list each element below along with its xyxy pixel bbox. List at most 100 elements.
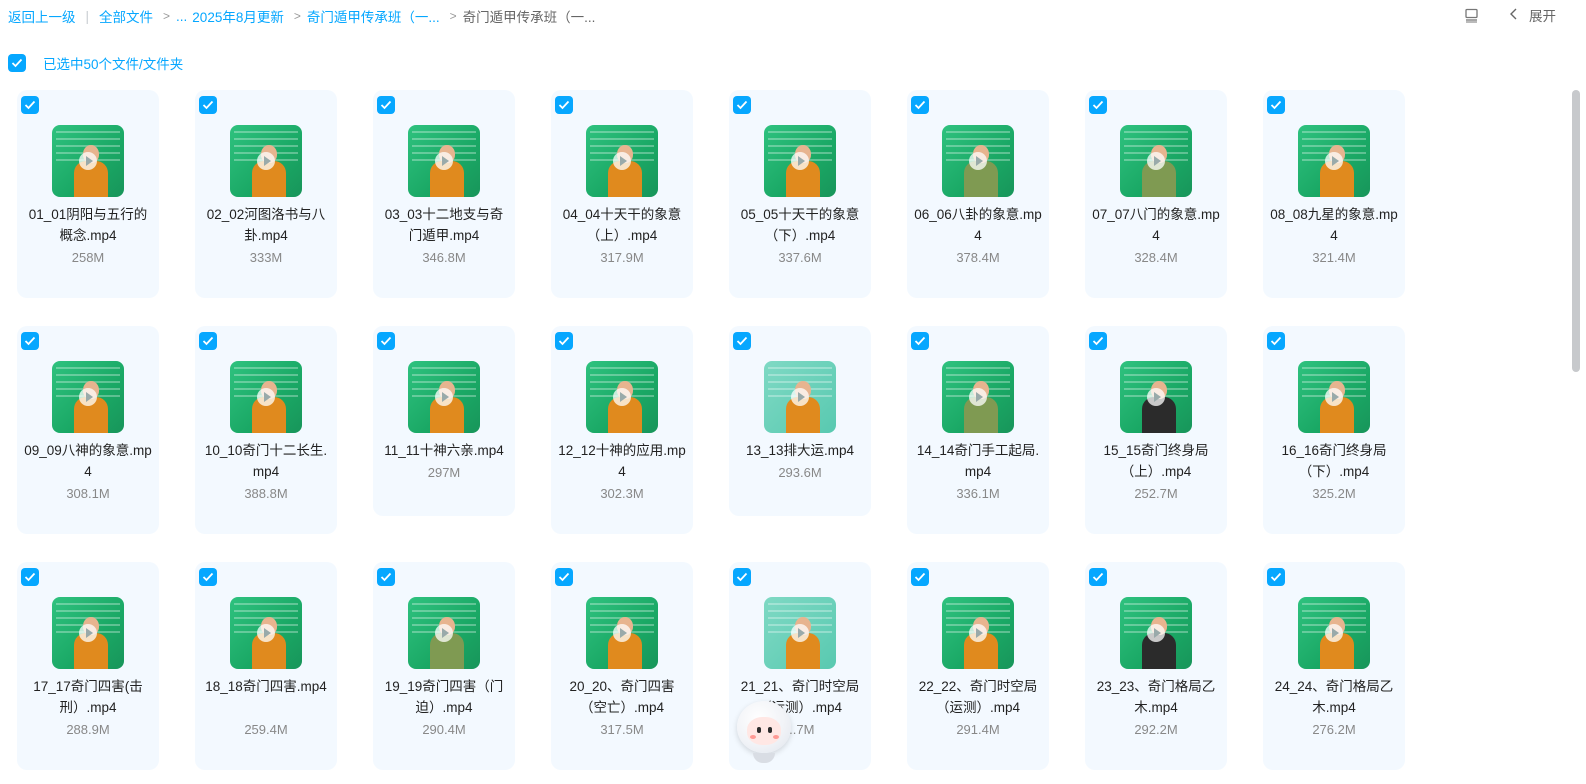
video-thumbnail[interactable] [1298, 361, 1370, 433]
file-name[interactable]: 24_24、奇门格局乙木.mp4 [1269, 677, 1399, 718]
list-view-icon[interactable] [1463, 7, 1479, 23]
file-card[interactable]: 05_05十天干的象意（下）.mp4 337.6M [729, 90, 871, 298]
back-link[interactable]: 返回上一级 [8, 6, 76, 26]
file-name[interactable]: 22_22、奇门时空局（运测）.mp4 [913, 677, 1043, 718]
breadcrumb-level1[interactable]: 2025年8月更新 [192, 6, 284, 26]
file-card[interactable]: 22_22、奇门时空局（运测）.mp4 291.4M [907, 562, 1049, 770]
video-thumbnail[interactable] [52, 597, 124, 669]
file-checkbox[interactable] [1267, 568, 1285, 586]
file-card[interactable]: 18_18奇门四害.mp4 259.4M [195, 562, 337, 770]
file-name[interactable]: 17_17奇门四害(击刑）.mp4 [23, 677, 153, 718]
file-name[interactable]: 23_23、奇门格局乙木.mp4 [1091, 677, 1221, 718]
select-all-checkbox[interactable] [8, 54, 26, 72]
file-name[interactable]: 01_01阴阳与五行的概念.mp4 [23, 205, 153, 246]
file-checkbox[interactable] [911, 568, 929, 586]
video-thumbnail[interactable] [764, 597, 836, 669]
file-checkbox[interactable] [911, 332, 929, 350]
file-name[interactable]: 18_18奇门四害.mp4 [201, 677, 331, 698]
file-checkbox[interactable] [555, 568, 573, 586]
video-thumbnail[interactable] [586, 361, 658, 433]
file-name[interactable]: 19_19奇门四害（门迫）.mp4 [379, 677, 509, 718]
breadcrumb-all-files[interactable]: 全部文件 [99, 6, 153, 26]
file-checkbox[interactable] [733, 332, 751, 350]
file-card[interactable]: 20_20、奇门四害（空亡）.mp4 317.5M [551, 562, 693, 770]
file-checkbox[interactable] [1089, 96, 1107, 114]
video-thumbnail[interactable] [942, 125, 1014, 197]
video-thumbnail[interactable] [52, 125, 124, 197]
file-name[interactable]: 15_15奇门终身局（上）.mp4 [1091, 441, 1221, 482]
file-checkbox[interactable] [555, 96, 573, 114]
file-card[interactable]: 16_16奇门终身局（下）.mp4 325.2M [1263, 326, 1405, 534]
video-thumbnail[interactable] [1298, 125, 1370, 197]
file-name[interactable]: 02_02河图洛书与八卦.mp4 [201, 205, 331, 246]
video-thumbnail[interactable] [764, 361, 836, 433]
file-card[interactable]: 01_01阴阳与五行的概念.mp4 258M [17, 90, 159, 298]
video-thumbnail[interactable] [230, 597, 302, 669]
file-name[interactable]: 16_16奇门终身局（下）.mp4 [1269, 441, 1399, 482]
file-name[interactable]: 10_10奇门十二长生.mp4 [201, 441, 331, 482]
file-name[interactable]: 05_05十天干的象意（下）.mp4 [735, 205, 865, 246]
file-name[interactable]: 03_03十二地支与奇门遁甲.mp4 [379, 205, 509, 246]
video-thumbnail[interactable] [942, 361, 1014, 433]
video-thumbnail[interactable] [408, 597, 480, 669]
file-card[interactable]: 23_23、奇门格局乙木.mp4 292.2M [1085, 562, 1227, 770]
file-checkbox[interactable] [1089, 332, 1107, 350]
video-thumbnail[interactable] [230, 125, 302, 197]
file-card[interactable]: 10_10奇门十二长生.mp4 388.8M [195, 326, 337, 534]
video-thumbnail[interactable] [52, 361, 124, 433]
file-checkbox[interactable] [199, 96, 217, 114]
file-name[interactable]: 07_07八门的象意.mp4 [1091, 205, 1221, 246]
video-thumbnail[interactable] [1120, 125, 1192, 197]
video-thumbnail[interactable] [1120, 597, 1192, 669]
file-checkbox[interactable] [377, 96, 395, 114]
file-name[interactable]: 08_08九星的象意.mp4 [1269, 205, 1399, 246]
chevron-left-icon[interactable] [1509, 7, 1519, 23]
video-thumbnail[interactable] [586, 125, 658, 197]
file-card[interactable]: 24_24、奇门格局乙木.mp4 276.2M [1263, 562, 1405, 770]
file-name[interactable]: 06_06八卦的象意.mp4 [913, 205, 1043, 246]
file-card[interactable]: 04_04十天干的象意（上）.mp4 317.9M [551, 90, 693, 298]
file-checkbox[interactable] [555, 332, 573, 350]
file-checkbox[interactable] [21, 96, 39, 114]
video-thumbnail[interactable] [1120, 361, 1192, 433]
file-checkbox[interactable] [377, 568, 395, 586]
scrollbar[interactable] [1572, 90, 1580, 372]
file-checkbox[interactable] [1267, 96, 1285, 114]
file-card[interactable]: 19_19奇门四害（门迫）.mp4 290.4M [373, 562, 515, 770]
file-name[interactable]: 20_20、奇门四害（空亡）.mp4 [557, 677, 687, 718]
file-card[interactable]: 13_13排大运.mp4 293.6M [729, 326, 871, 516]
file-checkbox[interactable] [199, 332, 217, 350]
video-thumbnail[interactable] [408, 125, 480, 197]
file-name[interactable]: 13_13排大运.mp4 [735, 441, 865, 462]
file-card[interactable]: 09_09八神的象意.mp4 308.1M [17, 326, 159, 534]
video-thumbnail[interactable] [230, 361, 302, 433]
assistant-mascot-icon[interactable] [733, 697, 795, 767]
video-thumbnail[interactable] [764, 125, 836, 197]
file-card[interactable]: 12_12十神的应用.mp4 302.3M [551, 326, 693, 534]
file-card[interactable]: 17_17奇门四害(击刑）.mp4 288.9M [17, 562, 159, 770]
file-card[interactable]: 08_08九星的象意.mp4 321.4M [1263, 90, 1405, 298]
file-card[interactable]: 11_11十神六亲.mp4 297M [373, 326, 515, 516]
file-name[interactable]: 04_04十天干的象意（上）.mp4 [557, 205, 687, 246]
file-checkbox[interactable] [21, 332, 39, 350]
file-checkbox[interactable] [1089, 568, 1107, 586]
video-thumbnail[interactable] [1298, 597, 1370, 669]
file-name[interactable]: 12_12十神的应用.mp4 [557, 441, 687, 482]
expand-button[interactable]: 展开 [1529, 5, 1556, 25]
breadcrumb-level2[interactable]: 奇门遁甲传承班（一... [307, 6, 440, 26]
file-card[interactable]: 15_15奇门终身局（上）.mp4 252.7M [1085, 326, 1227, 534]
file-name[interactable]: 14_14奇门手工起局.mp4 [913, 441, 1043, 482]
file-checkbox[interactable] [733, 568, 751, 586]
file-checkbox[interactable] [1267, 332, 1285, 350]
file-card[interactable]: 06_06八卦的象意.mp4 378.4M [907, 90, 1049, 298]
file-card[interactable]: 03_03十二地支与奇门遁甲.mp4 346.8M [373, 90, 515, 298]
file-checkbox[interactable] [733, 96, 751, 114]
file-card[interactable]: 14_14奇门手工起局.mp4 336.1M [907, 326, 1049, 534]
file-checkbox[interactable] [199, 568, 217, 586]
breadcrumb-ellipsis[interactable]: ... [176, 9, 187, 24]
file-checkbox[interactable] [377, 332, 395, 350]
video-thumbnail[interactable] [942, 597, 1014, 669]
file-card[interactable]: 07_07八门的象意.mp4 328.4M [1085, 90, 1227, 298]
file-card[interactable]: 02_02河图洛书与八卦.mp4 333M [195, 90, 337, 298]
video-thumbnail[interactable] [586, 597, 658, 669]
